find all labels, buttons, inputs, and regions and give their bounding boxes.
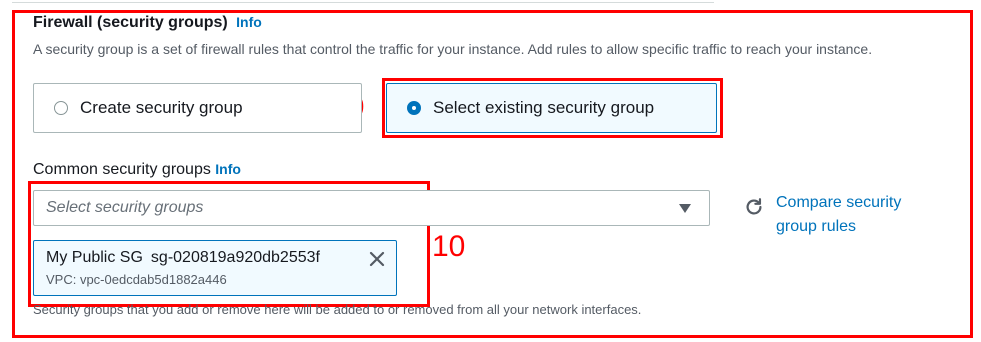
firewall-info-link[interactable]: Info bbox=[236, 14, 262, 30]
close-icon[interactable] bbox=[368, 250, 386, 268]
create-security-group-option[interactable]: Create security group bbox=[33, 83, 362, 133]
radio-checked-icon[interactable] bbox=[407, 101, 421, 115]
token-title: My Public SG sg-020819a920db2553f bbox=[46, 248, 396, 268]
security-groups-placeholder: Select security groups bbox=[46, 199, 204, 216]
token-group-name: My Public SG bbox=[46, 249, 143, 266]
firewall-title-text: Firewall (security groups) bbox=[33, 14, 228, 31]
previous-section-edge bbox=[12, 0, 714, 3]
radio-unchecked-icon[interactable] bbox=[54, 101, 68, 115]
common-security-groups-text: Common security groups bbox=[33, 161, 211, 178]
select-existing-security-group-option[interactable]: Select existing security group bbox=[386, 83, 717, 133]
common-security-groups-label: Common security groups Info bbox=[33, 161, 241, 179]
select-existing-security-group-label: Select existing security group bbox=[433, 98, 655, 117]
selected-security-group-token: My Public SG sg-020819a920db2553f VPC: vp… bbox=[33, 240, 397, 296]
compare-security-group-rules-link[interactable]: Compare security group rules bbox=[776, 191, 921, 239]
security-groups-footer-note: Security groups that you add or remove h… bbox=[33, 302, 642, 317]
annotation-number-10: 10 bbox=[432, 230, 466, 263]
caret-down-icon[interactable] bbox=[679, 204, 691, 213]
firewall-description: A security group is a set of firewall ru… bbox=[33, 41, 873, 57]
create-security-group-label: Create security group bbox=[80, 98, 243, 117]
common-groups-info-link[interactable]: Info bbox=[215, 161, 241, 177]
compare-rules-area[interactable]: Compare security group rules bbox=[743, 191, 921, 239]
security-groups-select[interactable]: Select security groups bbox=[33, 190, 710, 226]
refresh-icon[interactable] bbox=[743, 196, 765, 218]
token-vpc: VPC: vpc-0edcdab5d1882a446 bbox=[46, 272, 227, 287]
compare-link-text[interactable]: Compare security group rules bbox=[776, 191, 921, 239]
token-group-id: sg-020819a920db2553f bbox=[150, 249, 320, 266]
firewall-section-title: Firewall (security groups) Info bbox=[33, 14, 262, 32]
